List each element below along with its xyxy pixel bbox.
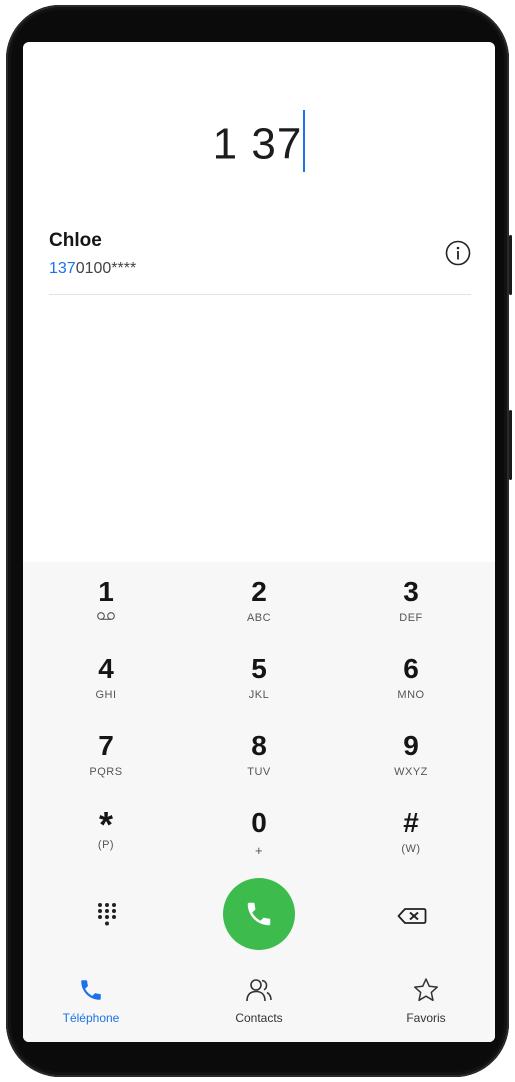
key-digit: 6 <box>403 653 419 684</box>
key-7[interactable]: 7 PQRS <box>51 716 161 786</box>
key-letters: JKL <box>248 689 270 701</box>
key-1[interactable]: 1 <box>51 562 161 632</box>
volume-button <box>509 235 512 295</box>
key-4[interactable]: 4 GHI <box>51 639 161 709</box>
key-letters: MNO <box>397 689 425 701</box>
key-digit: 4 <box>98 653 114 684</box>
contacts-icon <box>246 979 272 1002</box>
key-letters: ABC <box>246 612 272 624</box>
key-digit: 9 <box>403 730 419 761</box>
key-star[interactable]: * (P) <box>51 793 161 863</box>
key-digit: 3 <box>403 576 419 607</box>
key-letters: (W) <box>401 843 421 855</box>
key-digit: 5 <box>251 653 267 684</box>
info-icon[interactable] <box>445 240 471 266</box>
key-5[interactable]: 5 JKL <box>204 639 314 709</box>
phone-icon <box>81 980 101 1000</box>
key-2[interactable]: 2 ABC <box>204 562 314 632</box>
key-digit: 1 <box>98 576 114 607</box>
phone-call-icon <box>247 902 271 926</box>
key-digit: 2 <box>251 576 267 607</box>
key-3[interactable]: 3 DEF <box>356 562 466 632</box>
call-button[interactable] <box>223 878 295 950</box>
dial-keypad: 1 2 ABC 3 DEF 4 GHI 5 JKL 6 MNO 7 PQRS 8… <box>23 562 495 1042</box>
key-digit: 8 <box>251 730 267 761</box>
key-9[interactable]: 9 WXYZ <box>356 716 466 786</box>
contact-number-rest: 0100**** <box>75 260 137 277</box>
key-hash[interactable]: # (W) <box>356 793 466 863</box>
text-cursor <box>303 110 306 172</box>
key-0[interactable]: 0 + <box>204 793 314 863</box>
contact-name: Chloe <box>49 230 102 251</box>
bottom-tab-bar: Téléphone Contacts Favoris <box>23 977 495 1042</box>
contact-number: 1370100**** <box>49 260 136 278</box>
voicemail-icon <box>97 612 115 620</box>
tab-label: Contacts <box>235 1011 283 1025</box>
key-letters: (P) <box>97 839 115 851</box>
key-digit: 7 <box>98 730 114 761</box>
tab-telephone[interactable]: Téléphone <box>31 977 151 1025</box>
star-icon <box>413 978 439 1002</box>
key-digit: * <box>98 804 113 845</box>
dialed-number-display[interactable]: 1 37 <box>23 110 495 178</box>
key-letters: DEF <box>399 612 423 624</box>
key-letters: PQRS <box>89 766 123 778</box>
tab-label: Téléphone <box>62 1011 120 1025</box>
tab-contacts[interactable]: Contacts <box>199 977 319 1025</box>
backspace-icon[interactable] <box>397 907 427 925</box>
dialed-number-text: 1 37 <box>212 119 303 169</box>
key-digit: 0 <box>251 807 267 838</box>
screen: 1 37 Chloe 1370100**** 1 2 ABC 3 DEF 4 G… <box>23 42 495 1042</box>
tab-label: Favoris <box>406 1011 446 1025</box>
contact-suggestion[interactable]: Chloe 1370100**** <box>49 228 471 295</box>
power-button <box>509 410 512 480</box>
dialpad-icon[interactable] <box>96 902 118 928</box>
key-digit: # <box>403 807 419 838</box>
key-letters: TUV <box>247 766 271 778</box>
key-6[interactable]: 6 MNO <box>356 639 466 709</box>
key-8[interactable]: 8 TUV <box>204 716 314 786</box>
key-letters: GHI <box>95 689 117 701</box>
contact-number-match: 137 <box>49 260 76 277</box>
key-letters: WXYZ <box>394 766 428 778</box>
tab-favoris[interactable]: Favoris <box>366 977 486 1025</box>
key-letters: + <box>254 843 264 858</box>
